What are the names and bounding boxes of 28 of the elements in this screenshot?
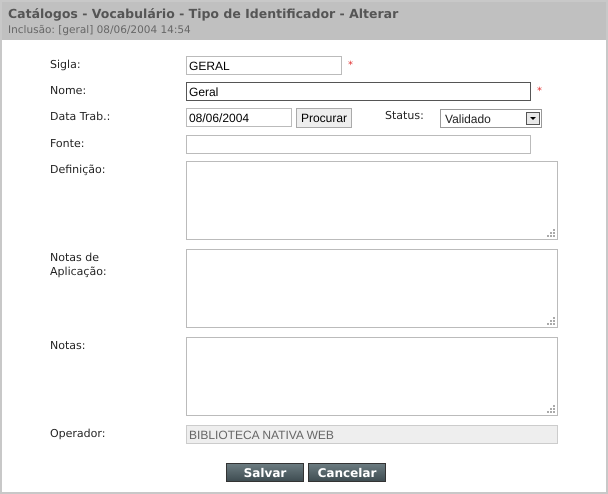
operator-field: BIBLIOTECA NATIVA WEB [186, 425, 558, 444]
field-label: Nome: [50, 83, 88, 98]
field-label: Definição: [50, 162, 106, 177]
field-label: Sigla: [50, 57, 82, 72]
required-mark: * [537, 85, 542, 97]
text-field[interactable]: Geral [186, 82, 531, 101]
save-button[interactable]: Salvar [226, 463, 304, 482]
field-label: Notas: [50, 338, 86, 353]
field-label: Fonte: [50, 136, 86, 151]
field-label: Notas de Aplicação: [50, 250, 108, 279]
status-label: Status: [385, 108, 425, 122]
resize-grip-icon [546, 404, 556, 414]
resize-grip-icon [546, 228, 556, 238]
text-area[interactable] [186, 337, 558, 416]
field-label: Data Trab.: [50, 109, 112, 124]
text-field[interactable] [186, 135, 531, 154]
field-label: Operador: [50, 426, 106, 441]
text-area[interactable] [186, 249, 558, 328]
required-mark: * [348, 59, 353, 71]
cancel-button[interactable]: Cancelar [308, 463, 386, 482]
status-dropdown[interactable]: Validado [440, 109, 542, 128]
page-title: Catálogos - Vocabulário - Tipo de Identificador - Alterar [8, 6, 400, 21]
text-area[interactable] [186, 161, 558, 240]
text-field[interactable]: GERAL [186, 56, 342, 75]
search-button[interactable]: Procurar [296, 108, 352, 128]
inclusion-info: Inclusão: [geral] 08/06/2004 14:54 [8, 24, 192, 36]
resize-grip-icon [546, 316, 556, 326]
date-field[interactable]: 08/06/2004 [186, 108, 292, 127]
